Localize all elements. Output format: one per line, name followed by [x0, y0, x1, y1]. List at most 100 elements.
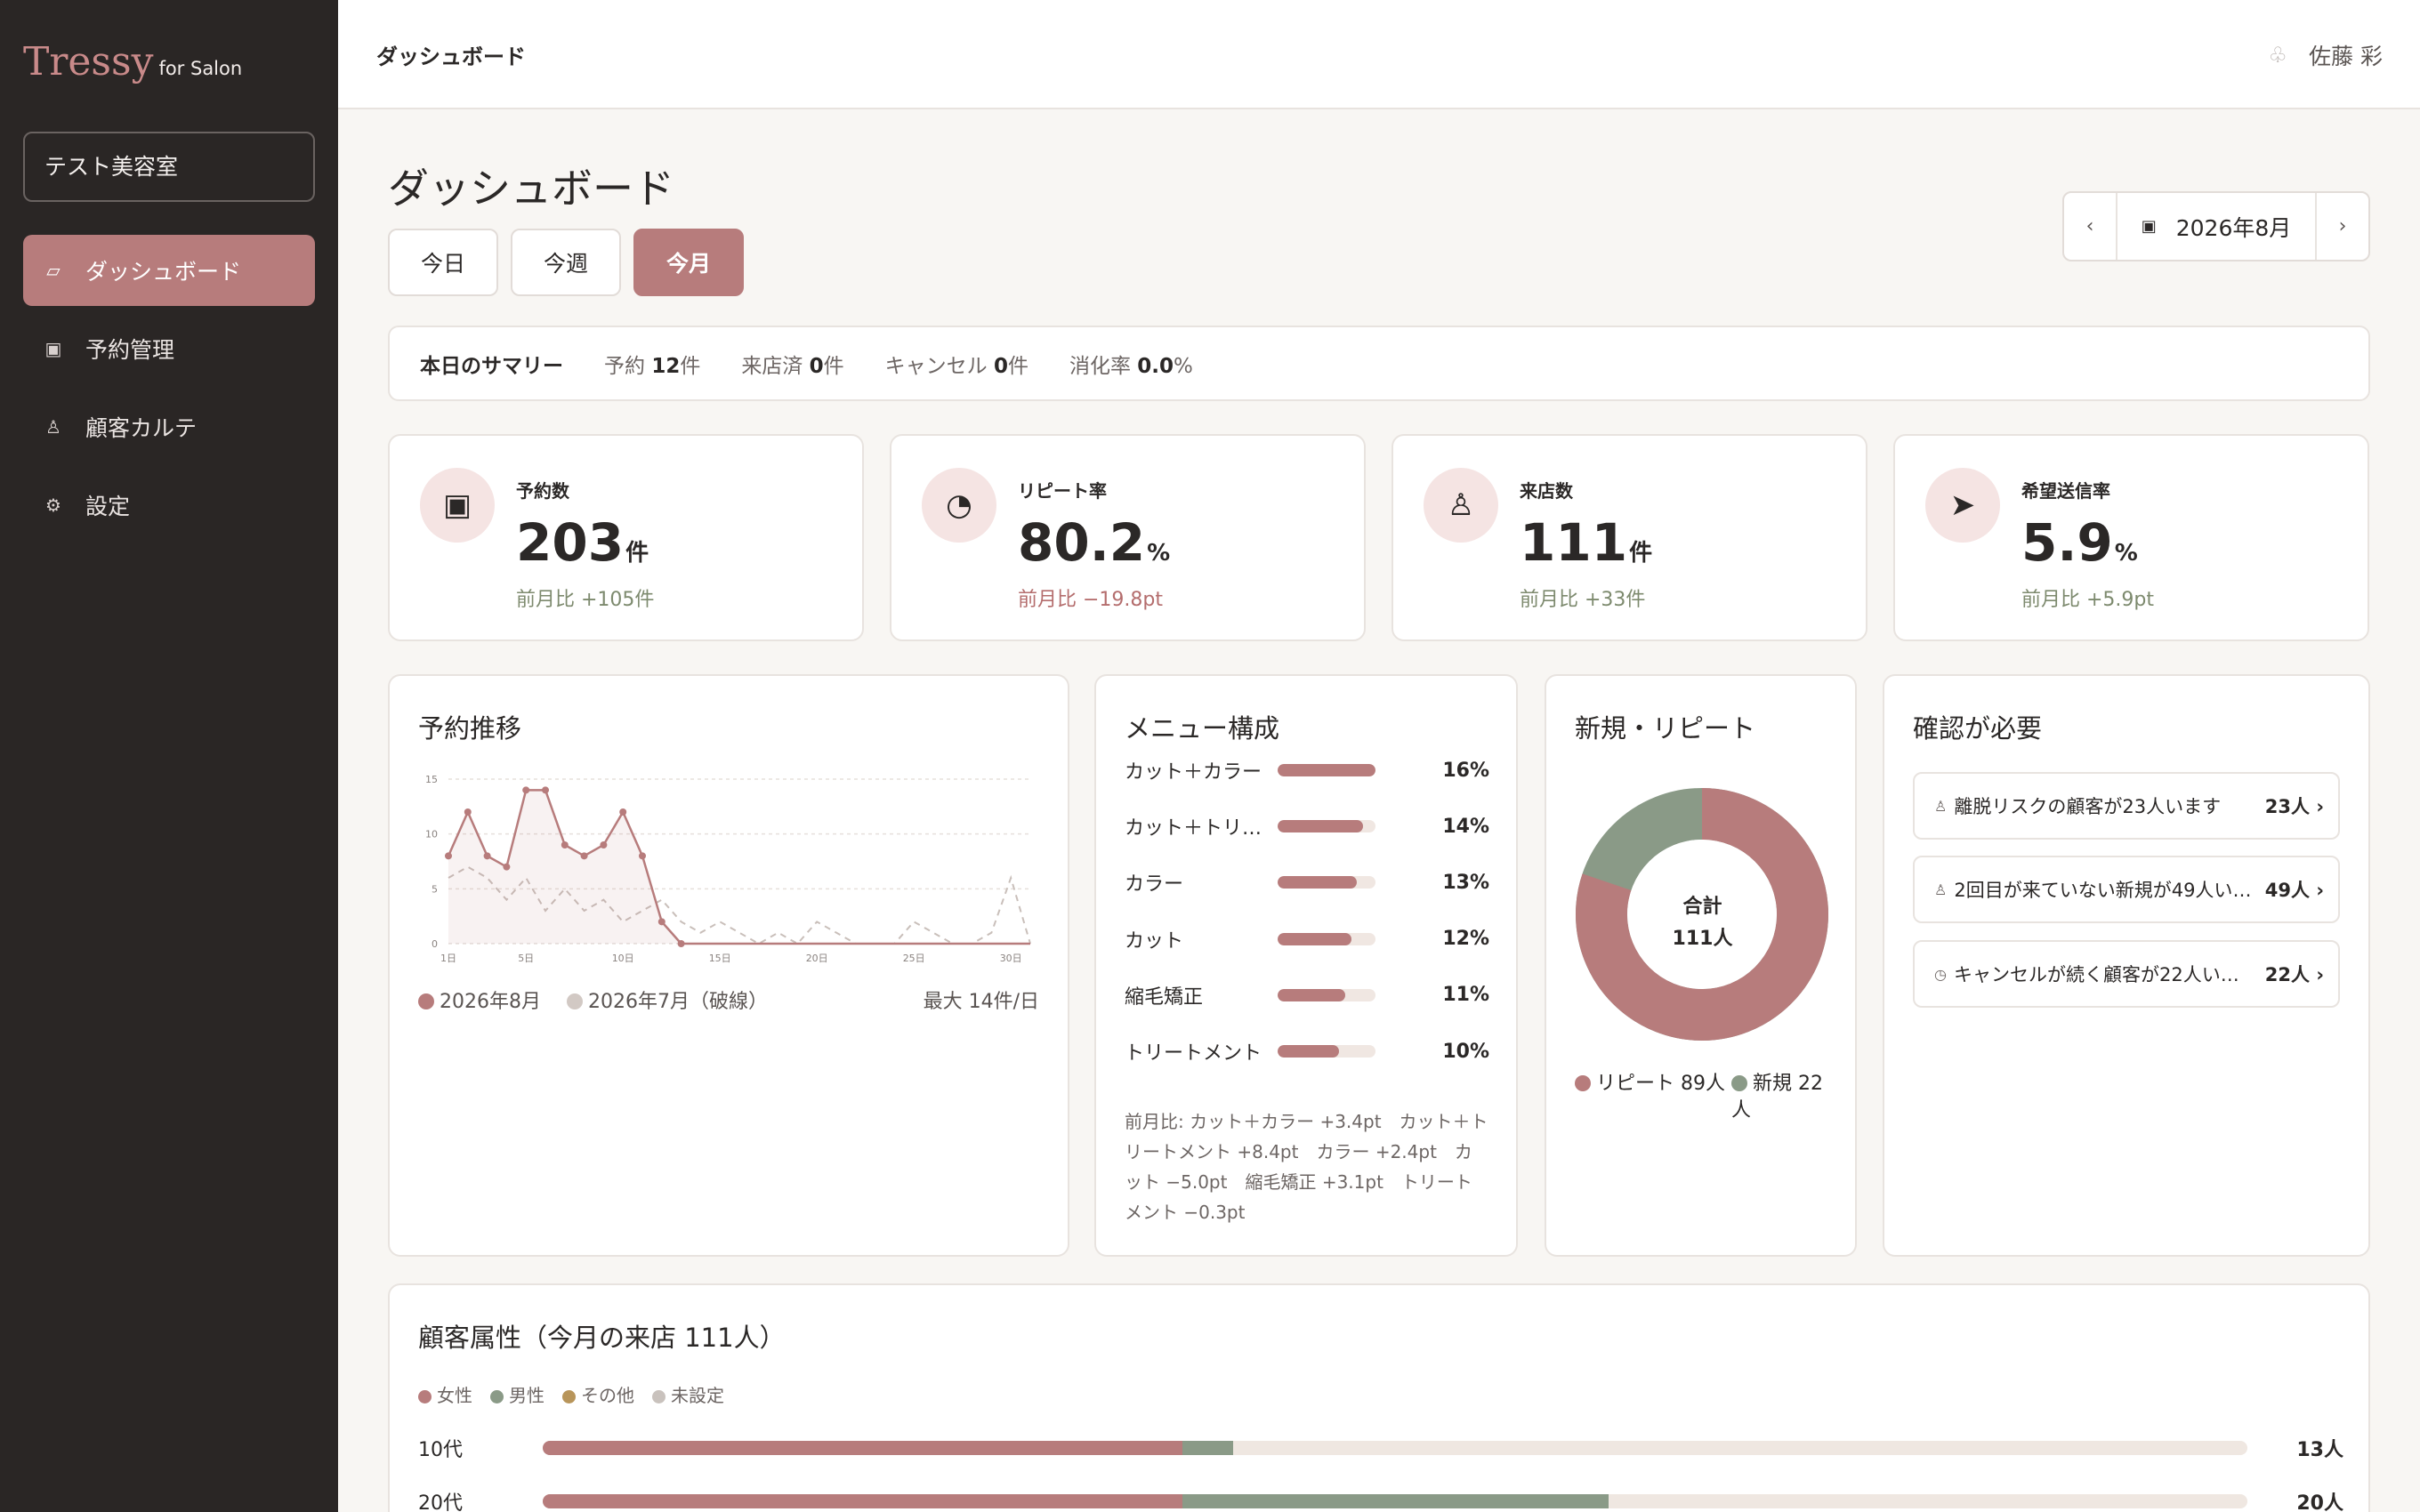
donut-legend: リピート 89人 新規 22人: [1575, 1071, 1833, 1124]
legend-female: 女性: [418, 1381, 472, 1407]
menu-name: カラー: [1125, 873, 1184, 897]
series-point-current: [561, 841, 569, 848]
bell-icon[interactable]: ♧: [2269, 43, 2288, 68]
gear-icon: ⚙: [45, 495, 61, 516]
topbar: ダッシュボード ♧ 佐藤 彩: [338, 0, 2420, 109]
menu-pct: 12%: [1442, 928, 1489, 951]
menu-bar-fill: [1278, 932, 1351, 945]
menu-bar-fill: [1278, 820, 1364, 833]
summary-consumption-rate: 消化率 0.0%: [1069, 354, 1193, 378]
next-month-button[interactable]: ›: [2317, 193, 2368, 260]
attention-count: 23人 ›: [2264, 796, 2324, 817]
send-icon: ➤: [1925, 468, 2000, 543]
age-label: 10代: [418, 1439, 463, 1461]
logo-main-text: Tressy: [23, 39, 154, 84]
menu-name: カット: [1125, 929, 1184, 953]
prev-month-button[interactable]: ‹: [2064, 193, 2116, 260]
x-tick-label: 1日: [440, 953, 456, 964]
series-point-current: [677, 940, 685, 947]
demographic-bar-track: [543, 1494, 2247, 1508]
menu-bar-track: [1278, 1045, 1375, 1058]
kpi-delta: 前月比 +105件: [516, 589, 655, 611]
logo-sub-text: for Salon: [158, 58, 243, 79]
month-navigator: ‹ ▣ 2026年8月 ›: [2062, 191, 2370, 261]
panel-title: 確認が必要: [1913, 713, 2043, 744]
kpi-delta: 前月比 +5.9pt: [2021, 589, 2155, 611]
series-point-current: [483, 852, 491, 860]
menu-name: カット＋トリートメント: [1125, 817, 1278, 840]
attention-item-churn-risk[interactable]: ♙ 離脱リスクの顧客が23人います 23人 ›: [1913, 772, 2340, 840]
demographic-bar-track: [543, 1441, 2247, 1455]
sidebar-item-label: 顧客カルテ: [85, 415, 198, 441]
tab-today[interactable]: 今日: [388, 229, 498, 296]
attention-item-no-second-visit[interactable]: ♙ 2回目が来ていない新規が49人います 49人 ›: [1913, 856, 2340, 923]
sidebar-nav: ▱ ダッシュボード ▣ 予約管理 ♙ 顧客カルテ ⚙ 設定: [23, 235, 315, 548]
menu-bar-track: [1278, 764, 1375, 776]
sidebar-item-label: 設定: [85, 494, 131, 519]
sidebar-item-reservations[interactable]: ▣ 予約管理: [23, 313, 315, 384]
tab-this-month[interactable]: 今月: [633, 229, 744, 296]
month-picker[interactable]: ▣ 2026年8月: [2116, 193, 2317, 260]
user-menu[interactable]: ♧ 佐藤 彩: [2269, 39, 2383, 71]
legend-other: その他: [562, 1381, 634, 1407]
today-summary: 本日のサマリー 予約 12件 来店済 0件 キャンセル 0件 消化率 0.0%: [388, 326, 2370, 401]
demographic-row: 20代 20人: [418, 1488, 2343, 1512]
summary-visited: 来店済 0件: [741, 354, 844, 378]
kpi-delta: 前月比 −19.8pt: [1018, 589, 1164, 611]
salon-selector[interactable]: テスト美容室: [23, 132, 315, 202]
attention-count: 22人 ›: [2264, 964, 2324, 985]
sidebar: Tressy for Salon テスト美容室 ▱ ダッシュボード ▣ 予約管理 …: [0, 0, 338, 1512]
menu-bar-track: [1278, 876, 1375, 889]
kpi-value: 203件: [516, 512, 649, 573]
attention-text: 2回目が来ていない新規が49人います: [1954, 880, 2253, 901]
series-point-current: [657, 918, 666, 926]
menu-pct: 11%: [1442, 984, 1489, 1007]
menu-row: カット 12%: [1125, 921, 1489, 957]
customer-demographics-panel: 顧客属性（今月の来店 111人） 女性 男性 その他 未設定 10代 13人 20代…: [388, 1283, 2370, 1512]
sidebar-item-settings[interactable]: ⚙ 設定: [23, 470, 315, 541]
menu-bar-fill: [1278, 876, 1358, 889]
menu-pct: 16%: [1442, 759, 1489, 782]
attention-panel: 確認が必要 ♙ 離脱リスクの顧客が23人います 23人 › ♙ 2回目が来ていな…: [1883, 674, 2370, 1257]
age-total: 20人: [2296, 1492, 2343, 1512]
series-point-current: [503, 863, 511, 871]
menu-name: 縮毛矯正: [1125, 985, 1204, 1009]
sidebar-item-customers[interactable]: ♙ 顧客カルテ: [23, 391, 315, 462]
age-label: 20代: [418, 1492, 463, 1512]
menu-bar-fill: [1278, 988, 1345, 1001]
x-tick-label: 5日: [518, 953, 534, 964]
menu-row: 縮毛矯正 11%: [1125, 977, 1489, 1013]
menu-row: カット＋トリートメント 14%: [1125, 808, 1489, 844]
donut-center-value: 111人: [1672, 928, 1733, 950]
x-tick-label: 20日: [806, 953, 828, 964]
series-point-current: [445, 852, 452, 860]
menu-pct: 14%: [1442, 815, 1489, 838]
topbar-title: ダッシュボード: [376, 44, 526, 69]
tab-this-week[interactable]: 今週: [511, 229, 621, 296]
attention-item-repeat-cancel[interactable]: ◷ キャンセルが続く顧客が22人います 22人 ›: [1913, 940, 2340, 1008]
menu-row: カット＋カラー 16%: [1125, 752, 1489, 788]
sidebar-item-dashboard[interactable]: ▱ ダッシュボード: [23, 235, 315, 306]
menu-bar-track: [1278, 932, 1375, 945]
series-point-current: [522, 786, 530, 794]
bar-segment-female: [543, 1494, 1182, 1508]
bar-segment-male: [1182, 1441, 1233, 1455]
menu-name: カット＋カラー: [1125, 761, 1262, 784]
menu-pct: 13%: [1442, 871, 1489, 894]
y-tick-label: 15: [425, 774, 438, 785]
demographics-legend: 女性 男性 その他 未設定: [418, 1381, 742, 1407]
kpi-value: 111件: [1520, 512, 1653, 573]
kpi-label: 希望送信率: [2021, 480, 2110, 502]
sidebar-item-label: 予約管理: [85, 337, 175, 363]
panel-title: 予約推移: [418, 713, 522, 744]
kpi-card-request-rate: ➤ 希望送信率 5.9% 前月比 +5.9pt: [1893, 434, 2369, 641]
summary-title: 本日のサマリー: [420, 354, 563, 378]
month-label: 2026年8月: [2175, 214, 2292, 241]
pie-icon: ◔: [922, 468, 996, 543]
legend-male: 男性: [490, 1381, 544, 1407]
legend-unset: 未設定: [652, 1381, 724, 1407]
series-point-current: [619, 808, 627, 816]
x-tick-label: 25日: [903, 953, 925, 964]
logo[interactable]: Tressy for Salon: [23, 39, 242, 84]
x-tick-label: 30日: [1000, 953, 1022, 964]
